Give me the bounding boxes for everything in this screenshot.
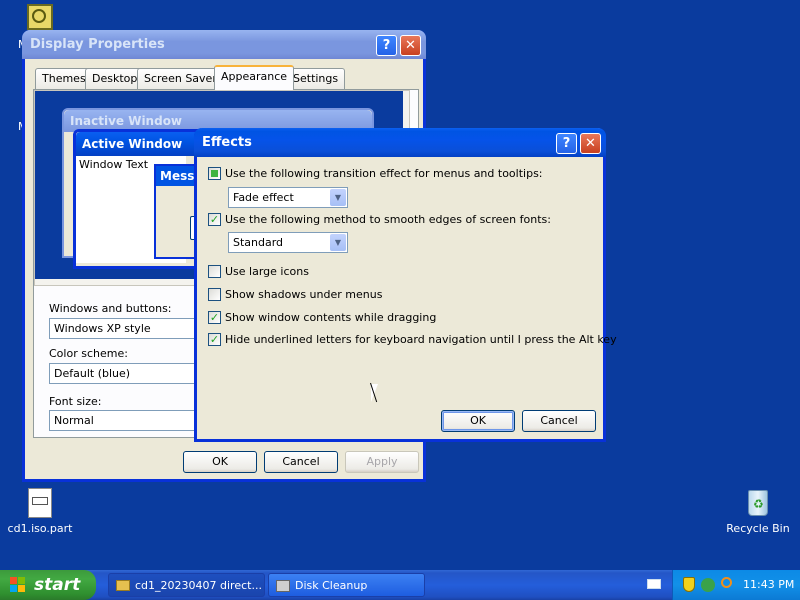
effects-ok-button[interactable]: OK (441, 410, 515, 432)
transition-effect-select[interactable]: Fade effect ▼ (228, 187, 348, 208)
network-status-icon[interactable] (701, 578, 715, 592)
font-size-select[interactable]: Normal (49, 410, 209, 431)
search-icon[interactable] (721, 577, 732, 588)
taskbar-item-disk-cleanup[interactable]: Disk Cleanup (268, 573, 425, 597)
help-button[interactable]: ? (376, 35, 397, 56)
transition-effect-label: Use the following transition effect for … (225, 167, 543, 180)
preview-window-text: Window Text (79, 158, 149, 171)
window-title: Display Properties (30, 37, 165, 52)
effects-titlebar[interactable]: Effects ? ✕ (194, 128, 606, 157)
tab-strip: Themes Desktop Screen Saver Appearance S… (33, 65, 423, 90)
windows-buttons-select[interactable]: Windows XP style (49, 318, 209, 339)
network-icon (32, 9, 46, 23)
color-scheme-label: Color scheme: (49, 347, 128, 360)
menu-shadows-checkbox[interactable] (208, 288, 221, 301)
tab-settings[interactable]: Settings (286, 68, 346, 89)
desktop-icon-top-partial[interactable] (27, 4, 53, 30)
menu-shadows-label: Show shadows under menus (225, 288, 383, 301)
windows-logo-icon (10, 577, 26, 593)
close-button[interactable]: ✕ (400, 35, 421, 56)
effects-title: Effects (202, 135, 252, 150)
cancel-button[interactable]: Cancel (264, 451, 338, 473)
desktop-icon-iso[interactable]: exe cd1.iso.part (0, 488, 80, 535)
hide-underlines-checkbox[interactable]: ✓ (208, 333, 221, 346)
windows-buttons-label: Windows and buttons: (49, 302, 172, 315)
apply-button[interactable]: Apply (345, 451, 419, 473)
close-button[interactable]: ✕ (580, 133, 601, 154)
ok-button[interactable]: OK (183, 451, 257, 473)
recycle-bin-icon: ♻ (745, 486, 771, 518)
chevron-down-icon[interactable]: ▼ (330, 189, 346, 206)
color-scheme-select[interactable]: Default (blue) (49, 363, 209, 384)
large-icons-checkbox[interactable] (208, 265, 221, 278)
help-button[interactable]: ? (556, 133, 577, 154)
smooth-fonts-select[interactable]: Standard ▼ (228, 232, 348, 253)
security-shield-icon[interactable] (683, 577, 695, 592)
system-tray: 11:43 PM (672, 570, 800, 600)
iso-file-icon: exe (28, 488, 52, 518)
keyboard-icon[interactable] (647, 579, 661, 589)
disk-cleanup-icon (276, 580, 290, 592)
tab-desktop[interactable]: Desktop (85, 68, 145, 89)
font-size-label: Font size: (49, 395, 102, 408)
taskbar: start cd1_20230407 direct... Disk Cleanu… (0, 570, 800, 600)
clock[interactable]: 11:43 PM (743, 570, 794, 600)
desktop-icon-label: cd1.iso.part (7, 522, 73, 535)
effects-cancel-button[interactable]: Cancel (522, 410, 596, 432)
preview-active-title: Active Window (82, 137, 183, 151)
smooth-fonts-checkbox[interactable]: ✓ (208, 213, 221, 226)
tab-appearance[interactable]: Appearance (214, 65, 295, 90)
desktop-icon-label: Recycle Bin (726, 522, 790, 535)
tab-screen-saver[interactable]: Screen Saver (137, 68, 224, 89)
chevron-down-icon[interactable]: ▼ (330, 234, 346, 251)
desktop-icon-recycle-bin[interactable]: ♻ Recycle Bin (718, 486, 798, 535)
transition-effect-checkbox[interactable] (208, 167, 221, 180)
drag-contents-checkbox[interactable]: ✓ (208, 311, 221, 324)
smooth-fonts-label: Use the following method to smooth edges… (225, 213, 551, 226)
display-properties-titlebar[interactable]: Display Properties ? ✕ (22, 30, 426, 59)
taskbar-item-explorer[interactable]: cd1_20230407 direct... (108, 573, 265, 597)
effects-dialog: Effects ? ✕ Use the following transition… (194, 128, 617, 442)
folder-icon (116, 580, 130, 591)
preview-inactive-title: Inactive Window (70, 114, 183, 128)
drag-contents-label: Show window contents while dragging (225, 311, 437, 324)
start-label: start (34, 575, 81, 595)
large-icons-label: Use large icons (225, 265, 309, 278)
start-button[interactable]: start (0, 570, 96, 600)
hide-underlines-label: Hide underlined letters for keyboard nav… (225, 333, 617, 346)
